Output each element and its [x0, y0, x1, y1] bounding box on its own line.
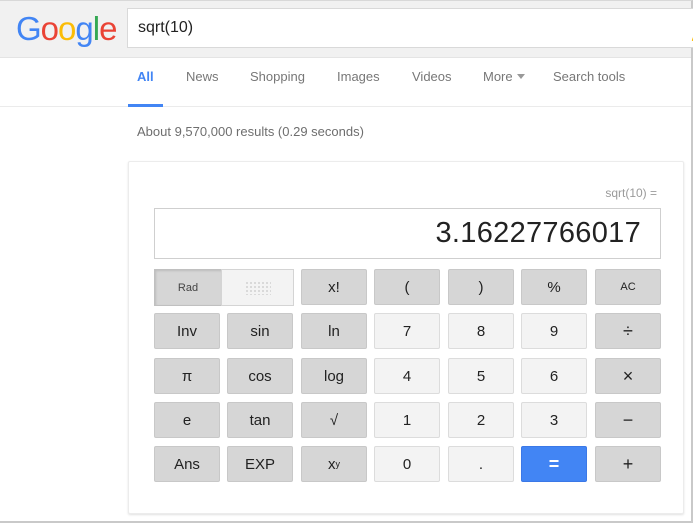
plus-button[interactable]: + — [595, 446, 661, 482]
digit-1-button[interactable]: 1 — [374, 402, 440, 438]
euler-button[interactable]: e — [154, 402, 220, 438]
power-base: x — [328, 455, 336, 473]
search-tabs: All News Shopping Images Videos More Sea… — [0, 58, 691, 107]
all-clear-button[interactable]: AC — [595, 269, 661, 305]
digit-9-button[interactable]: 9 — [521, 313, 587, 349]
calculator-card: sqrt(10) = 3.16227766017 Rad x! ( ) % AC… — [128, 161, 684, 514]
digit-7-button[interactable]: 7 — [374, 313, 440, 349]
multiply-button[interactable]: × — [595, 358, 661, 394]
cos-button[interactable]: cos — [227, 358, 293, 394]
search-header: Google — [0, 1, 693, 58]
caret-down-icon — [516, 74, 525, 80]
tab-videos[interactable]: Videos — [412, 69, 452, 107]
tan-button[interactable]: tan — [227, 402, 293, 438]
tab-more-label: More — [483, 69, 513, 84]
sqrt-button[interactable]: √ — [301, 402, 367, 438]
tab-images[interactable]: Images — [337, 69, 380, 107]
deg-button[interactable] — [221, 269, 294, 306]
digit-6-button[interactable]: 6 — [521, 358, 587, 394]
percent-button[interactable]: % — [521, 269, 587, 305]
pi-button[interactable]: π — [154, 358, 220, 394]
power-button[interactable]: xy — [301, 446, 367, 482]
tab-shopping[interactable]: Shopping — [250, 69, 305, 107]
deg-label-placeholder — [244, 280, 271, 295]
inverse-button[interactable]: Inv — [154, 313, 220, 349]
digit-8-button[interactable]: 8 — [448, 313, 514, 349]
calculator-expression: sqrt(10) = — [605, 186, 657, 200]
factorial-button[interactable]: x! — [301, 269, 367, 305]
ln-button[interactable]: ln — [301, 313, 367, 349]
calculator-result: 3.16227766017 — [435, 217, 641, 249]
search-input[interactable] — [138, 19, 638, 37]
digit-0-button[interactable]: 0 — [374, 446, 440, 482]
sin-button[interactable]: sin — [227, 313, 293, 349]
log-button[interactable]: log — [301, 358, 367, 394]
equals-button[interactable]: = — [521, 446, 587, 482]
search-tools-button[interactable]: Search tools — [553, 69, 625, 107]
results-stats: About 9,570,000 results (0.29 seconds) — [137, 124, 364, 139]
rad-button[interactable]: Rad — [154, 269, 221, 306]
angle-mode-toggle: Rad — [154, 269, 294, 306]
search-box[interactable] — [127, 8, 693, 48]
divide-button[interactable]: ÷ — [595, 313, 661, 349]
google-logo[interactable]: Google — [16, 12, 117, 46]
digit-3-button[interactable]: 3 — [521, 402, 587, 438]
digit-4-button[interactable]: 4 — [374, 358, 440, 394]
tab-news[interactable]: News — [186, 69, 219, 107]
tab-more[interactable]: More — [483, 69, 525, 107]
exp-button[interactable]: EXP — [227, 446, 293, 482]
open-paren-button[interactable]: ( — [374, 269, 440, 305]
answer-button[interactable]: Ans — [154, 446, 220, 482]
calculator-display: 3.16227766017 — [154, 208, 661, 259]
tab-all[interactable]: All — [128, 69, 163, 107]
power-exponent: y — [335, 459, 341, 469]
digit-2-button[interactable]: 2 — [448, 402, 514, 438]
digit-5-button[interactable]: 5 — [448, 358, 514, 394]
decimal-point-button[interactable]: . — [448, 446, 514, 482]
close-paren-button[interactable]: ) — [448, 269, 514, 305]
minus-button[interactable]: − — [595, 402, 661, 438]
